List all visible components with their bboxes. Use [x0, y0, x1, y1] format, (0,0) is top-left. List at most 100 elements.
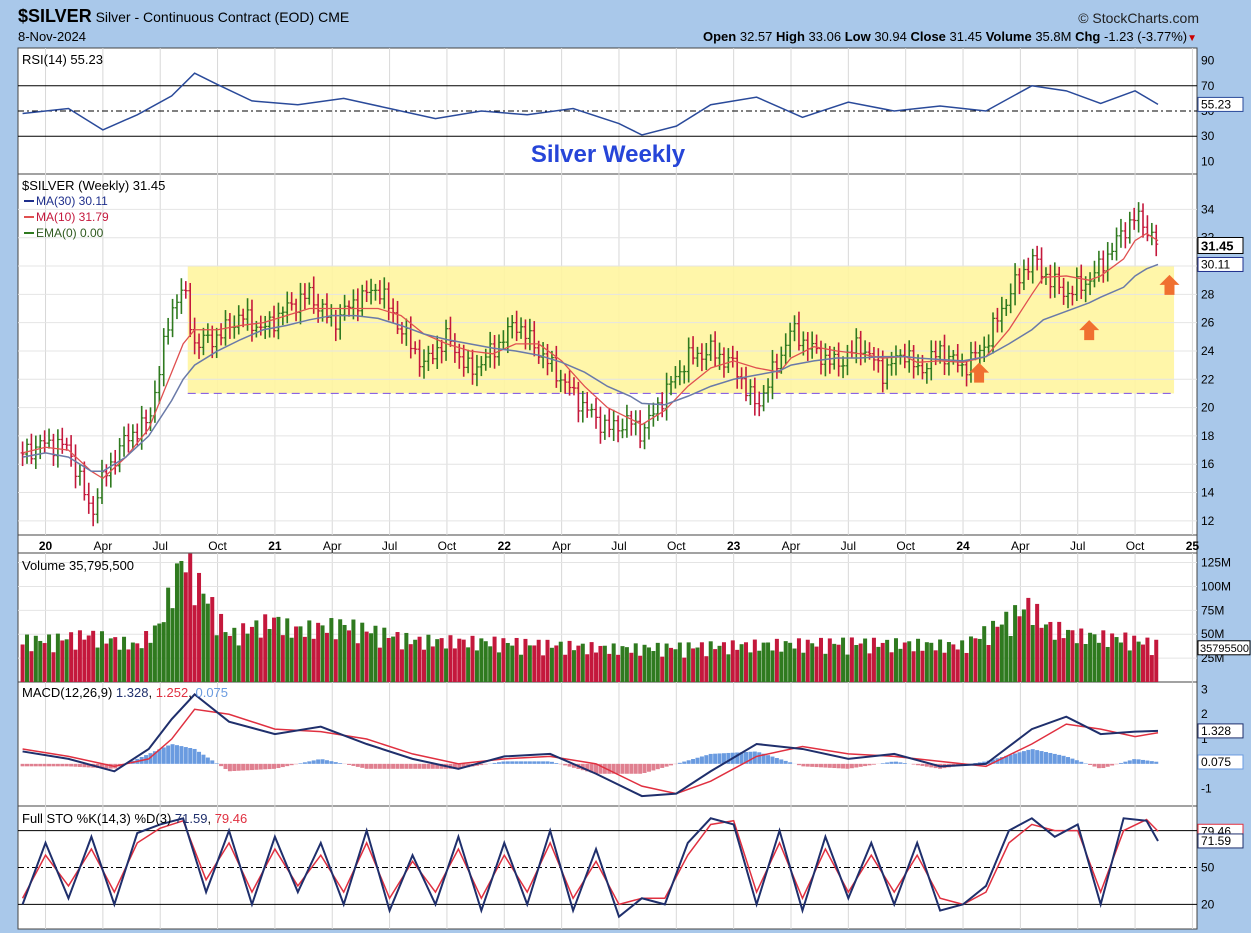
volume-bar	[69, 632, 74, 682]
volume-bar	[523, 638, 528, 682]
volume-bar	[307, 620, 312, 682]
rsi-value-label: 55.23	[1201, 97, 1231, 111]
price-y-tick: 16	[1201, 457, 1215, 471]
rsi-y-tick: 10	[1201, 154, 1215, 168]
volume-bar	[1074, 643, 1079, 682]
volume-bar	[276, 616, 281, 682]
volume-bar	[408, 644, 413, 682]
volume-bar	[527, 645, 532, 682]
volume-bar	[1039, 627, 1044, 682]
volume-bar	[686, 642, 691, 682]
volume-bar	[836, 644, 841, 682]
volume-bar	[893, 638, 898, 682]
sto-legend-part: 71.59	[175, 811, 208, 826]
macd-histogram-bar	[1132, 759, 1137, 764]
volume-bar	[1127, 650, 1132, 682]
macd-histogram-bar	[320, 759, 325, 764]
macd-histogram-bar	[391, 763, 396, 769]
volume-bar	[1149, 655, 1154, 682]
volume-bar	[1017, 616, 1022, 682]
volume-bar	[135, 643, 140, 682]
macd-histogram-bar	[832, 763, 837, 769]
volume-bar	[907, 641, 912, 682]
volume-bar	[435, 639, 440, 682]
volume-bar	[920, 650, 925, 682]
volume-bar	[1061, 638, 1066, 682]
volume-bar	[174, 563, 179, 682]
volume-bar	[1136, 641, 1141, 682]
macd-histogram-bar	[1101, 763, 1106, 769]
volume-bar	[995, 626, 1000, 682]
macd-histogram-bar	[549, 761, 554, 764]
rsi-y-tick: 70	[1201, 79, 1215, 93]
volume-bar	[576, 645, 581, 682]
volume-bar	[549, 647, 554, 682]
volume-legend: Volume 35,795,500	[22, 558, 134, 573]
macd-histogram-bar	[399, 763, 404, 769]
macd-histogram-bar	[677, 762, 682, 764]
volume-bar	[280, 635, 285, 682]
volume-bar	[130, 642, 135, 682]
macd-histogram-bar	[60, 763, 65, 767]
volume-bar	[91, 630, 96, 682]
macd-histogram-bar	[272, 763, 277, 769]
macd-histogram-bar	[324, 760, 329, 764]
sto-legend-part: 79.46	[215, 811, 248, 826]
macd-histogram-bar	[382, 763, 387, 769]
volume-bar	[188, 553, 193, 682]
volume-bar	[214, 635, 219, 682]
volume-bar	[426, 634, 431, 682]
macd-histogram-bar	[805, 763, 810, 767]
macd-histogram-bar	[867, 763, 872, 766]
macd-histogram-bar	[219, 763, 224, 767]
macd-histogram-bar	[479, 763, 484, 766]
x-tick-label: Apr	[782, 539, 801, 553]
macd-histogram-bar	[1008, 754, 1013, 764]
volume-bar	[770, 650, 775, 682]
volume-bar	[113, 637, 118, 682]
macd-histogram-bar	[161, 747, 166, 764]
volume-bar	[1043, 624, 1048, 682]
volume-bar	[417, 636, 422, 682]
volume-bar	[1123, 632, 1128, 682]
chart-canvas: 20 Apr Jul Oct 21 Apr Jul Oct 22 Apr Jul Oct 23 Apr Ju…	[17, 47, 1251, 930]
volume-bar	[695, 647, 700, 682]
macd-histogram-bar	[523, 761, 528, 764]
macd-histogram-bar	[748, 751, 753, 764]
volume-bar	[752, 639, 757, 682]
macd-histogram-bar	[1057, 754, 1062, 764]
volume-bar	[973, 638, 978, 682]
macd-histogram-bar	[329, 761, 334, 764]
macd-histogram-bar	[801, 763, 806, 767]
volume-bar	[51, 652, 56, 682]
macd-histogram-bar	[620, 763, 625, 774]
macd-histogram-bar	[624, 763, 629, 774]
volume-bar	[1083, 643, 1088, 682]
volume-bar	[589, 642, 594, 682]
volume-bar	[730, 640, 735, 682]
volume-bar	[924, 642, 929, 682]
macd-histogram-bar	[351, 763, 356, 766]
volume-bar	[664, 643, 669, 682]
volume-bar	[766, 642, 771, 682]
macd-histogram-bar	[1035, 750, 1040, 764]
macd-histogram-bar	[1149, 761, 1154, 764]
volume-bar	[122, 636, 127, 682]
macd-y-tick: 2	[1201, 707, 1208, 721]
volume-bar	[183, 572, 188, 682]
macd-histogram-bar	[902, 763, 907, 764]
macd-legend-part: 1.328	[116, 685, 149, 700]
macd-histogram-bar	[823, 763, 828, 768]
volume-bar	[108, 638, 113, 682]
x-tick-label: Oct	[896, 539, 915, 553]
volume-bar	[991, 620, 996, 682]
volume-bar	[236, 645, 241, 682]
rsi-y-tick: 30	[1201, 129, 1215, 143]
volume-bar	[638, 655, 643, 682]
x-tick-label: Oct	[667, 539, 686, 553]
volume-bar	[691, 648, 696, 682]
macd-legend-part: 1.252	[156, 685, 189, 700]
macd-histogram-bar	[651, 763, 656, 771]
price-y-tick: 26	[1201, 316, 1215, 330]
macd-histogram-bar	[174, 745, 179, 764]
